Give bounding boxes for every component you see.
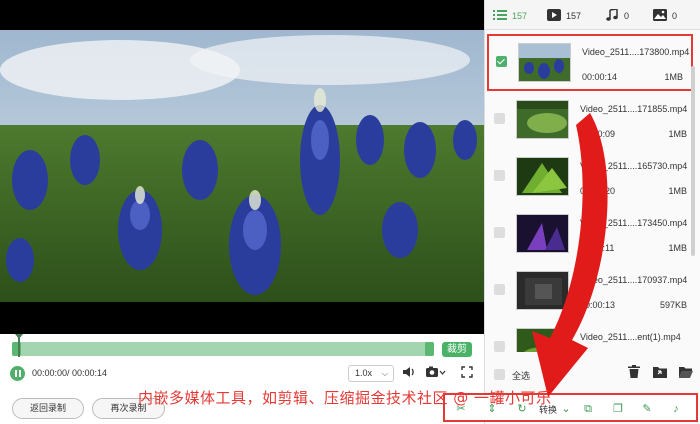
item-filename: Video_2511....ent(1).mp4 (580, 332, 681, 342)
timeline[interactable]: 裁剪 (0, 334, 484, 360)
item-duration: 00:00:11 (580, 243, 615, 253)
music-note-icon (606, 9, 618, 21)
trash-icon[interactable] (625, 365, 643, 383)
list-scrollbar[interactable] (691, 66, 695, 256)
item-filename: Video_2511....171855.mp4 (580, 104, 688, 114)
video-frame (0, 30, 484, 302)
video-thumbnail (516, 100, 569, 139)
time-display: 00:00:00/ 00:00:14 (32, 368, 108, 378)
select-all-checkbox[interactable] (494, 369, 505, 380)
item-duration: 00:00:20 (580, 186, 616, 196)
item-duration: 00:00:09 (580, 129, 616, 139)
list-item[interactable]: Video_2511....170937.mp4 00:00:13 597KB (485, 262, 697, 319)
list-item[interactable]: Video_2511....165730.mp4 00:00:20 1MB (485, 148, 697, 205)
tab-image-count: 0 (672, 11, 678, 21)
pause-button[interactable] (10, 366, 25, 381)
item-size: 1MB (664, 72, 683, 82)
item-checkbox[interactable] (494, 341, 505, 352)
video-thumbnail (518, 43, 571, 82)
trim-button[interactable]: 裁剪 (442, 342, 472, 357)
item-size: 1MB (668, 186, 687, 196)
audio-extract-icon[interactable]: ♪ (669, 402, 683, 416)
tab-all[interactable]: 157 (493, 8, 527, 24)
tab-video-count: 157 (566, 11, 582, 21)
edit-icon[interactable]: ✎ (640, 402, 654, 416)
item-checkbox[interactable] (494, 227, 505, 238)
chevron-down-icon: ⌵ (381, 369, 388, 378)
tab-all-count: 157 (512, 11, 528, 21)
list-item[interactable]: Video_2511....173800.mp4 00:00:14 1MB (487, 34, 693, 91)
item-size: 1MB (668, 129, 687, 139)
volume-icon[interactable] (400, 365, 418, 383)
video-thumbnail (516, 214, 569, 253)
item-filename: Video_2511....165730.mp4 (580, 161, 688, 171)
copy-icon[interactable]: ❐ (611, 402, 625, 416)
video-thumbnail (516, 328, 569, 352)
media-panel: 157 157 0 0 Video_2511....173800.mp4 00:… (484, 0, 700, 424)
select-all-label: 全选 (512, 371, 531, 381)
tab-image[interactable]: 0 (653, 8, 677, 24)
list-icon (493, 10, 507, 20)
trim-track[interactable] (12, 342, 434, 356)
list-item[interactable]: Video_2511....173450.mp4 00:00:11 1MB (485, 205, 697, 262)
list-item[interactable]: Video_2511....171855.mp4 00:00:09 1MB (485, 91, 697, 148)
export-folder-icon[interactable] (651, 365, 669, 383)
merge-icon[interactable]: ⧉ (581, 402, 595, 416)
item-size: 597KB (659, 300, 687, 310)
tab-audio-count: 0 (624, 11, 630, 21)
item-filename: Video_2511....170937.mp4 (580, 275, 688, 285)
screenshot-camera-icon[interactable] (424, 365, 448, 383)
item-duration: 00:00:13 (580, 300, 616, 310)
media-list: Video_2511....173800.mp4 00:00:14 1MB Vi… (485, 30, 697, 352)
item-checkbox[interactable] (494, 284, 505, 295)
video-thumbnail (516, 271, 569, 310)
trim-end-handle[interactable] (425, 342, 434, 356)
item-filename: Video_2511....173450.mp4 (580, 218, 688, 228)
speed-select[interactable]: 1.0x ⌵ (348, 365, 394, 382)
fullscreen-icon[interactable] (458, 365, 476, 383)
item-filename: Video_2511....173800.mp4 (582, 47, 690, 57)
image-icon (653, 9, 667, 21)
item-checkbox[interactable] (496, 56, 507, 67)
video-thumbnail (516, 157, 569, 196)
item-duration: 00:00:14 (582, 72, 618, 82)
playhead[interactable] (15, 334, 23, 357)
open-folder-icon[interactable] (677, 365, 695, 383)
item-checkbox[interactable] (494, 170, 505, 181)
video-icon (547, 9, 561, 21)
speed-value: 1.0x (355, 368, 373, 378)
overlay-caption: 内嵌多媒体工具，如剪辑、压缩掘金技术社区 @ 一罐小可乐 (138, 389, 552, 407)
tab-video[interactable]: 157 (547, 8, 581, 24)
panel-footer: 全选 (485, 362, 700, 386)
list-item[interactable]: Video_2511....ent(1).mp4 (485, 319, 697, 352)
tab-audio[interactable]: 0 (605, 8, 629, 24)
video-player[interactable] (0, 0, 484, 334)
back-to-record-button[interactable]: 返回录制 (12, 398, 84, 419)
media-tabs: 157 157 0 0 (485, 0, 700, 30)
player-controls: 00:00:00/ 00:00:14 1.0x ⌵ (0, 362, 484, 386)
item-checkbox[interactable] (494, 113, 505, 124)
chevron-down-icon[interactable]: ⌄ (559, 402, 573, 416)
item-size: 1MB (668, 243, 687, 253)
